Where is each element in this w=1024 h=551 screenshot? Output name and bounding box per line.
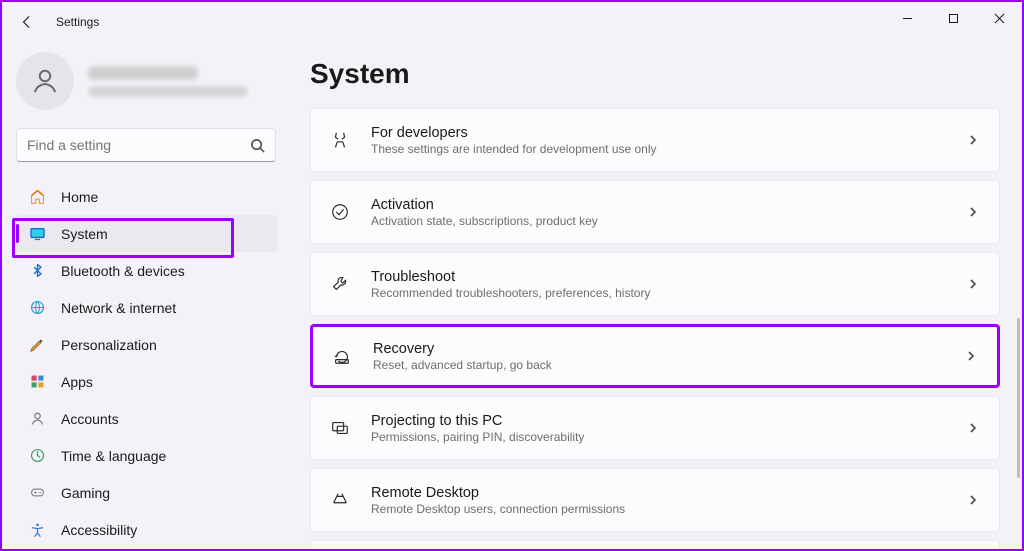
- network-icon: [28, 299, 46, 317]
- card-title: Projecting to this PC: [371, 413, 947, 429]
- avatar: [16, 52, 74, 110]
- content-area: System For developers These settings are…: [292, 42, 1022, 549]
- titlebar: Settings: [2, 2, 1022, 42]
- card-subtitle: Permissions, pairing PIN, discoverabilit…: [371, 430, 947, 444]
- search-icon: [250, 138, 265, 153]
- sidebar-item-label: Accounts: [61, 411, 119, 427]
- chevron-right-icon: [967, 493, 981, 507]
- sidebar-item-bluetooth[interactable]: Bluetooth & devices: [16, 252, 278, 289]
- sidebar-item-home[interactable]: Home: [16, 178, 278, 215]
- projecting-icon: [329, 417, 351, 439]
- chevron-right-icon: [965, 349, 979, 363]
- sidebar-item-gaming[interactable]: Gaming: [16, 474, 278, 511]
- sidebar-item-accounts[interactable]: Accounts: [16, 400, 278, 437]
- chevron-right-icon: [967, 133, 981, 147]
- search-box[interactable]: [16, 128, 276, 162]
- sidebar-item-label: Gaming: [61, 485, 110, 501]
- arrow-left-icon: [20, 15, 34, 29]
- accounts-icon: [28, 410, 46, 428]
- maximize-button[interactable]: [930, 2, 976, 34]
- card-subtitle: Activation state, subscriptions, product…: [371, 214, 947, 228]
- nav-list: Home System Bluetooth & devices Network …: [16, 178, 278, 548]
- card-title: Activation: [371, 197, 947, 213]
- time-language-icon: [28, 447, 46, 465]
- accessibility-icon: [28, 521, 46, 539]
- card-subtitle: Recommended troubleshooters, preferences…: [371, 286, 947, 300]
- card-subtitle: These settings are intended for developm…: [371, 142, 947, 156]
- card-subtitle: Remote Desktop users, connection permiss…: [371, 502, 947, 516]
- system-icon: [28, 225, 46, 243]
- activation-icon: [329, 201, 351, 223]
- card-system-components[interactable]: System Components Remove and manage syst…: [310, 540, 1000, 549]
- card-for-developers[interactable]: For developers These settings are intend…: [310, 108, 1000, 172]
- back-button[interactable]: [12, 7, 42, 37]
- profile-name-redacted: [88, 66, 198, 80]
- settings-card-list: For developers These settings are intend…: [310, 108, 1008, 549]
- chevron-right-icon: [967, 205, 981, 219]
- sidebar-item-label: Home: [61, 189, 98, 205]
- chevron-right-icon: [967, 421, 981, 435]
- card-remote-desktop[interactable]: Remote Desktop Remote Desktop users, con…: [310, 468, 1000, 532]
- sidebar-item-label: Time & language: [61, 448, 166, 464]
- developers-icon: [329, 129, 351, 151]
- sidebar-item-accessibility[interactable]: Accessibility: [16, 511, 278, 548]
- card-troubleshoot[interactable]: Troubleshoot Recommended troubleshooters…: [310, 252, 1000, 316]
- profile-email-redacted: [88, 86, 248, 97]
- chevron-right-icon: [967, 277, 981, 291]
- sidebar-item-label: Personalization: [61, 337, 157, 353]
- page-title: System: [310, 58, 1008, 90]
- sidebar-item-label: Bluetooth & devices: [61, 263, 185, 279]
- gaming-icon: [28, 484, 46, 502]
- close-button[interactable]: [976, 2, 1022, 34]
- sidebar-item-time-language[interactable]: Time & language: [16, 437, 278, 474]
- window-controls: [884, 2, 1022, 34]
- card-activation[interactable]: Activation Activation state, subscriptio…: [310, 180, 1000, 244]
- personalization-icon: [28, 336, 46, 354]
- sidebar-item-label: System: [61, 226, 108, 242]
- minimize-button[interactable]: [884, 2, 930, 34]
- card-projecting[interactable]: Projecting to this PC Permissions, pairi…: [310, 396, 1000, 460]
- sidebar-item-label: Apps: [61, 374, 93, 390]
- bluetooth-icon: [28, 262, 46, 280]
- window-title: Settings: [56, 15, 99, 29]
- sidebar-item-personalization[interactable]: Personalization: [16, 326, 278, 363]
- card-title: For developers: [371, 125, 947, 141]
- search-input[interactable]: [27, 137, 250, 153]
- sidebar-item-network[interactable]: Network & internet: [16, 289, 278, 326]
- scrollbar-thumb[interactable]: [1017, 318, 1020, 478]
- sidebar: Home System Bluetooth & devices Network …: [2, 42, 292, 549]
- sidebar-item-apps[interactable]: Apps: [16, 363, 278, 400]
- card-title: Recovery: [373, 341, 945, 357]
- sidebar-item-system[interactable]: System: [16, 215, 278, 252]
- sidebar-item-label: Accessibility: [61, 522, 137, 538]
- troubleshoot-icon: [329, 273, 351, 295]
- card-subtitle: Reset, advanced startup, go back: [373, 358, 945, 372]
- card-title: Troubleshoot: [371, 269, 947, 285]
- remote-desktop-icon: [329, 489, 351, 511]
- person-icon: [30, 66, 60, 96]
- card-recovery[interactable]: Recovery Reset, advanced startup, go bac…: [310, 324, 1000, 388]
- card-title: Remote Desktop: [371, 485, 947, 501]
- recovery-icon: [331, 345, 353, 367]
- sidebar-item-label: Network & internet: [61, 300, 176, 316]
- home-icon: [28, 188, 46, 206]
- apps-icon: [28, 373, 46, 391]
- profile-header[interactable]: [16, 52, 278, 110]
